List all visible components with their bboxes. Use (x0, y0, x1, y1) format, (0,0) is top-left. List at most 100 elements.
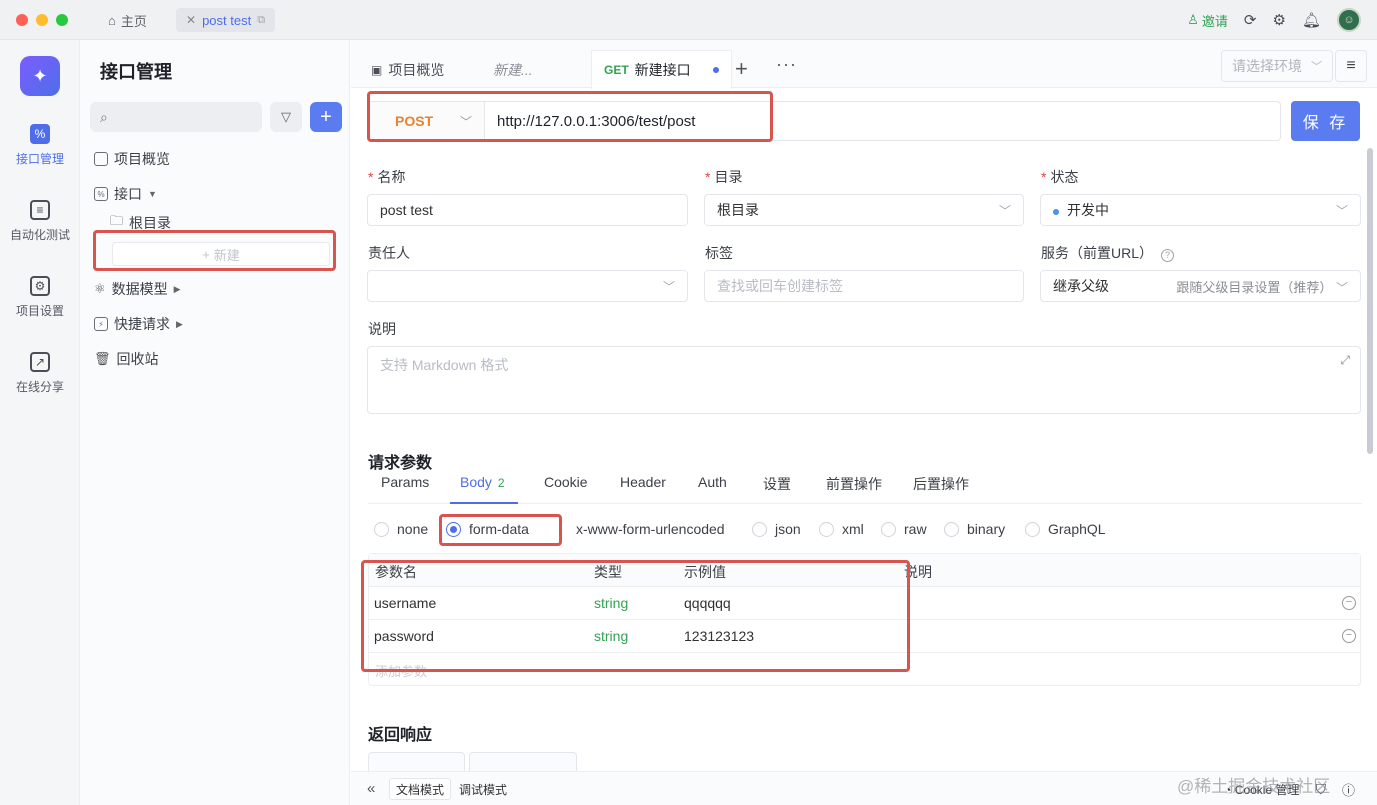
document-tab-label: post test (202, 12, 252, 28)
environment-select[interactable]: 请选择环境 ﹀ (1221, 50, 1333, 82)
save-button[interactable]: 保 存 (1291, 101, 1360, 141)
tab-overview[interactable]: ▣ 项目概览 (371, 52, 444, 88)
search-input[interactable]: ⌕ (90, 102, 262, 132)
rail-item-share[interactable]: ↗ 在线分享 (0, 352, 80, 395)
description-textarea[interactable]: 支持 Markdown 格式 ⤢ (367, 346, 1361, 414)
service-select[interactable]: 继承父级 跟随父级目录设置（推荐） ﹀ (1040, 270, 1361, 302)
add-button[interactable]: + (310, 102, 342, 132)
status-select[interactable]: 开发中 ﹀ (1040, 194, 1361, 226)
caret-right-icon: ▶ (173, 283, 181, 294)
add-user-icon: ♙ (1187, 12, 1199, 27)
invite-button[interactable]: ♙ 邀请 (1187, 11, 1228, 30)
chevron-down-icon: ﹀ (1335, 203, 1348, 218)
name-field[interactable]: post test (367, 194, 688, 226)
remove-row-icon[interactable]: − (1342, 629, 1356, 643)
directory-select[interactable]: 根目录 ﹀ (704, 194, 1024, 226)
owner-label: 责任人 (368, 245, 410, 261)
tab-params[interactable]: Params (381, 472, 429, 504)
collapse-sidebar-icon[interactable]: « (367, 780, 375, 797)
schema-icon: ⚛ (94, 281, 106, 296)
home-icon: ⌂ (108, 12, 116, 28)
status-value: 开发中 (1067, 202, 1109, 218)
status-dot (1053, 209, 1059, 215)
rail-item-project-settings[interactable]: ⚙ 项目设置 (0, 276, 80, 319)
tab-auth[interactable]: Auth (698, 472, 727, 504)
radio-graphql[interactable]: GraphQL (1025, 521, 1106, 537)
unsaved-dot (712, 67, 719, 73)
annotation-highlight-new (93, 230, 336, 271)
editor-tab-bar: ▣ 项目概览 新建... GET 新建接口 + ··· 请选择环境 ﹀ ≡ (351, 40, 1377, 89)
quick-request-icon: ⚡ (94, 317, 108, 331)
nav-item-label: 数据模型 (111, 281, 168, 297)
nav-item-label: 项目概览 (114, 151, 170, 167)
environment-placeholder: 请选择环境 (1232, 58, 1302, 74)
close-window-button[interactable] (16, 14, 28, 26)
scrollbar-thumb[interactable] (1367, 148, 1373, 454)
tab-body[interactable]: Body 2 (450, 472, 518, 504)
close-tab-icon[interactable]: ✕ (186, 13, 196, 27)
rail-item-label: 接口管理 (15, 152, 64, 166)
params-tabs: Params Body 2 Cookie Header Auth 设置 前置操作… (368, 472, 1362, 504)
debug-mode-button[interactable]: 调试模式 (453, 778, 513, 800)
rail-item-api-management[interactable]: % 接口管理 (0, 124, 80, 167)
document-tab[interactable]: ✕ post test ⧉ (176, 8, 276, 32)
tab-new-api[interactable]: GET 新建接口 (591, 50, 732, 89)
tab-pre-processors[interactable]: 前置操作 (826, 472, 882, 504)
owner-select[interactable]: ﹀ (367, 270, 688, 302)
service-hint: 跟随父级目录设置（推荐） ﹀ (1176, 279, 1348, 295)
radio-raw[interactable]: raw (881, 521, 927, 537)
body-count-badge: 2 (497, 476, 505, 490)
description-label: 说明 (368, 321, 396, 337)
request-params-title: 请求参数 (368, 455, 433, 472)
avatar[interactable]: ☺ (1337, 8, 1361, 32)
response-tab[interactable] (368, 752, 465, 772)
menu-button[interactable]: ≡ (1335, 50, 1367, 82)
directory-label: * 目录 (705, 169, 743, 185)
nav-item-schemas[interactable]: ⚛ 数据模型 ▶ (94, 278, 181, 300)
home-tab[interactable]: ⌂ 主页 (108, 10, 147, 30)
method-tag: GET (604, 63, 629, 77)
sync-icon[interactable]: ⟳ (1244, 11, 1257, 29)
bell-icon[interactable]: 🔔︎ (1302, 11, 1321, 29)
tab-header[interactable]: Header (620, 472, 666, 504)
minimize-window-button[interactable] (36, 14, 48, 26)
chevron-down-icon: ﹀ (998, 203, 1011, 218)
tab-post-processors[interactable]: 后置操作 (913, 472, 969, 504)
radio-json[interactable]: json (752, 521, 801, 537)
radio-none[interactable]: none (374, 521, 428, 537)
popout-icon[interactable]: ⧉ (257, 14, 265, 27)
help-icon[interactable]: ? (1161, 249, 1175, 262)
bottom-bar: « 文档模式 调试模式 ◔ Cookie 管理 ⛉ ⓘ @稀土掘金技术社区 (351, 771, 1377, 805)
zoom-window-button[interactable] (56, 14, 68, 26)
nav-item-label: 快捷请求 (114, 316, 170, 332)
chevron-down-icon: ﹀ (662, 279, 675, 294)
expand-icon[interactable]: ⤢ (1340, 353, 1350, 368)
more-tabs-button[interactable]: ··· (776, 54, 797, 75)
gear-icon[interactable]: ⚙ (1273, 11, 1286, 29)
tab-settings[interactable]: 设置 (763, 472, 791, 504)
nav-item-label: 回收站 (116, 351, 159, 367)
annotation-highlight-form-data (439, 514, 562, 546)
invite-label: 邀请 (1201, 13, 1228, 29)
radio-x-www-form-urlencoded[interactable]: x-www-form-urlencoded (576, 521, 725, 537)
remove-row-icon[interactable]: − (1342, 596, 1356, 610)
radio-binary[interactable]: binary (944, 521, 1005, 537)
response-tab[interactable] (469, 752, 577, 772)
rail-item-automation[interactable]: ≡ 自动化测试 (0, 200, 80, 243)
hamburger-icon: ≡ (1346, 57, 1356, 74)
tab-label: 新建接口 (634, 62, 691, 78)
nav-item-trash[interactable]: 🗑︎ 回收站 (94, 348, 159, 370)
help-icon[interactable]: ⓘ (1342, 780, 1355, 799)
name-value: post test (380, 202, 433, 218)
doc-mode-button[interactable]: 文档模式 (389, 778, 452, 800)
watermark: @稀土掘金技术社区 (1177, 777, 1331, 796)
new-tab-button[interactable]: + (735, 56, 748, 82)
nav-item-quick-requests[interactable]: ⚡ 快捷请求 ▶ (94, 313, 183, 335)
tags-input[interactable]: 查找或回车创建标签 (704, 270, 1024, 302)
tab-new-draft[interactable]: 新建... (493, 52, 533, 88)
tab-cookie[interactable]: Cookie (544, 472, 588, 504)
nav-item-overview[interactable]: 项目概览 (94, 148, 170, 170)
nav-item-apis[interactable]: % 接口 ▼ (94, 183, 157, 205)
radio-xml[interactable]: xml (819, 521, 864, 537)
filter-button[interactable]: ▽ (270, 102, 302, 132)
